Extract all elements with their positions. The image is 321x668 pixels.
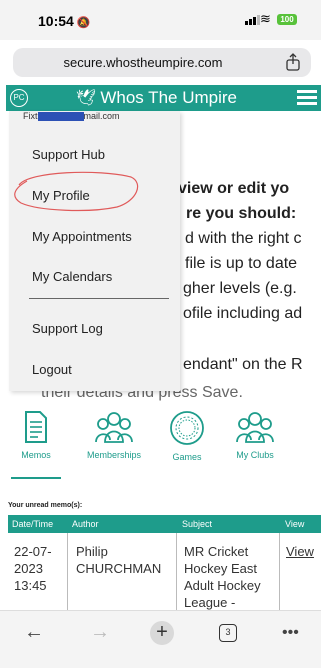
page-text-line: re you should: — [186, 205, 297, 222]
cell-author: Philip CHURCHMAN — [76, 544, 162, 576]
page-text-line: ofile including ad — [183, 305, 303, 322]
url-text[interactable]: secure.whostheumpire.com — [13, 55, 273, 70]
hand-drawn-circle-annotation — [14, 171, 139, 212]
clock: 10:54 🔕 — [38, 13, 91, 29]
menu-item-logout[interactable]: Logout — [32, 362, 72, 377]
bird-logo-icon: 🕊 — [76, 90, 97, 107]
cell-date: 22-07- 2023 13:45 — [14, 544, 52, 593]
browser-toolbar: ← → + 3 ••• — [0, 610, 321, 668]
menu-item-my-appointments[interactable]: My Appointments — [32, 229, 132, 244]
column-header: Date/Time — [12, 519, 54, 529]
tab-count-icon[interactable]: 3 — [219, 624, 237, 642]
menu-icon[interactable] — [297, 90, 317, 106]
signal-icon — [245, 15, 260, 25]
view-link[interactable]: View — [286, 543, 314, 560]
column-header: Subject — [182, 519, 213, 529]
new-tab-plus-icon[interactable]: + — [150, 621, 174, 645]
silent-bell-icon: 🔕 — [76, 17, 91, 29]
battery-icon: 100 — [277, 14, 297, 25]
tab-label: Memberships — [86, 450, 142, 460]
tab-my-clubs[interactable]: My Clubs — [225, 410, 285, 460]
page-text-line: d with the right c — [185, 230, 302, 247]
back-arrow-icon[interactable]: ← — [24, 621, 44, 644]
wifi-icon: ≋ — [260, 11, 271, 26]
menu-item-support-log[interactable]: Support Log — [32, 321, 103, 336]
site-title[interactable]: 🕊 Whos The Umpire — [76, 88, 237, 108]
icon-tab-bar: Memos Memberships Games My Clubs — [0, 410, 321, 485]
people-group-icon — [236, 412, 274, 443]
page-text-line: view or edit yo — [178, 180, 290, 197]
more-icon[interactable]: ••• — [282, 624, 299, 642]
tab-memos[interactable]: Memos — [6, 410, 66, 460]
user-dropdown-menu: Fixt mail.com Support Hub My Profile My A… — [9, 111, 180, 391]
page-text-line: gher levels (e.g. — [183, 280, 297, 297]
menu-item-my-calendars[interactable]: My Calendars — [32, 269, 112, 284]
page-text-line: file is up to date — [185, 255, 298, 272]
avatar[interactable]: PC — [10, 89, 28, 107]
column-header: Author — [72, 519, 99, 529]
tab-memberships[interactable]: Memberships — [84, 410, 144, 460]
menu-item-support-hub[interactable]: Support Hub — [32, 147, 105, 162]
memo-icon — [25, 411, 47, 443]
user-email: Fixt mail.com — [23, 111, 120, 122]
menu-divider — [29, 298, 169, 299]
status-bar: 10:54 🔕 ≋ 100 — [0, 0, 321, 40]
cell-subject: MR Cricket Hockey East Adult Hockey Leag… — [184, 544, 261, 610]
forward-arrow-icon[interactable]: → — [90, 621, 110, 644]
site-header: PC 🕊 Whos The Umpire — [6, 85, 321, 111]
column-header: View — [285, 519, 305, 529]
people-group-icon — [95, 412, 133, 443]
tab-label: My Clubs — [236, 450, 274, 460]
share-icon[interactable] — [285, 53, 301, 71]
tab-label: Games — [172, 452, 202, 462]
address-bar[interactable]: secure.whostheumpire.com — [13, 48, 311, 77]
redaction-box — [37, 112, 84, 122]
active-tab-indicator — [11, 477, 61, 479]
tab-label: Memos — [21, 450, 51, 460]
table-header: Date/Time Author Subject View — [8, 515, 321, 533]
page-text-line: endant" on the R — [183, 356, 303, 373]
memos-heading: Your unread memo(s): — [8, 502, 83, 509]
ball-icon — [170, 411, 204, 445]
tab-games[interactable]: Games — [157, 410, 217, 462]
